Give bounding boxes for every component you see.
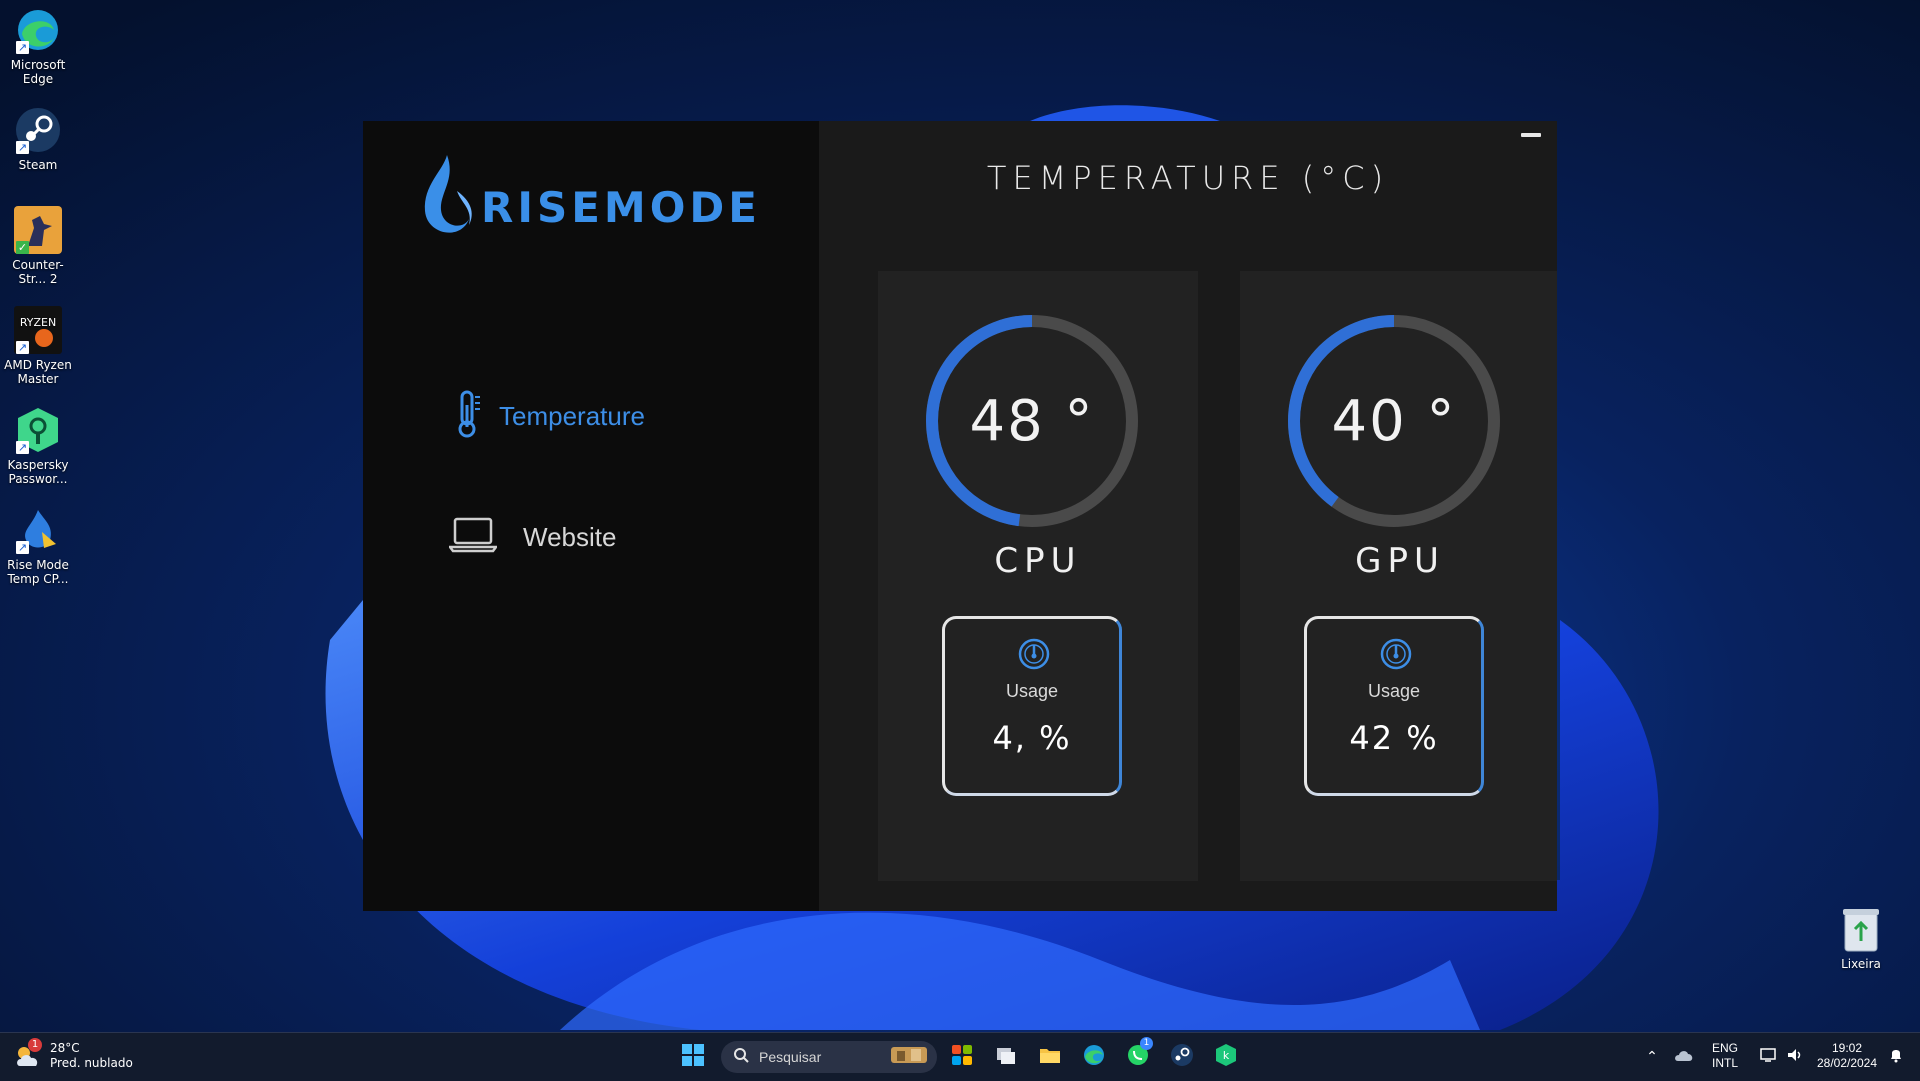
- desktop-icon-label: Kaspersky Passwor...: [7, 458, 69, 486]
- copilot-button[interactable]: [946, 1041, 978, 1073]
- gpu-usage-card: Usage 42 %: [1304, 616, 1484, 796]
- desktop-icon-label: Steam: [18, 158, 58, 172]
- search-icon: [733, 1047, 749, 1067]
- bell-icon: [1889, 1047, 1903, 1067]
- language-indicator[interactable]: ENG INTL: [1712, 1041, 1738, 1071]
- taskbar-search[interactable]: Pesquisar: [721, 1041, 937, 1073]
- file-explorer-icon: [1038, 1043, 1062, 1071]
- svg-text:k: k: [1223, 1049, 1230, 1062]
- weather-desc: Pred. nublado: [50, 1056, 133, 1070]
- whatsapp-badge: 1: [1140, 1037, 1153, 1050]
- clock-time: 19:02: [1831, 1041, 1863, 1055]
- onedrive-tray-button[interactable]: [1672, 1041, 1696, 1073]
- nav-website[interactable]: Website: [447, 517, 617, 557]
- kaspersky-taskbar-button[interactable]: k: [1210, 1041, 1242, 1073]
- edge-icon: [1082, 1043, 1106, 1071]
- cloud-sun-icon: 1: [14, 1038, 42, 1070]
- cpu-temp-value: 48 °: [969, 388, 1095, 454]
- start-button[interactable]: [677, 1041, 709, 1073]
- ryzen-master-icon: RYZEN ↗: [14, 306, 62, 354]
- svg-text:RYZEN: RYZEN: [20, 316, 56, 329]
- gpu-temp-value: 40 °: [1331, 388, 1457, 454]
- edge-icon: ↗: [14, 6, 62, 54]
- cpu-temp-gauge: 48 °: [922, 311, 1142, 531]
- show-hidden-icons-button[interactable]: ⌃: [1640, 1041, 1664, 1073]
- weather-badge: 1: [28, 1038, 42, 1052]
- clock-date: 28/02/2024: [1816, 1056, 1878, 1070]
- whatsapp-icon: 1: [1126, 1037, 1153, 1071]
- clock[interactable]: 19:02 28/02/2024: [1812, 1041, 1882, 1071]
- keyboard-layout: INTL: [1712, 1056, 1739, 1070]
- nav-website-label: Website: [523, 521, 617, 552]
- recycle-bin-label: Lixeira: [1841, 957, 1881, 971]
- cpu-panel: 48 ° CPU Usage 4, %: [878, 271, 1198, 881]
- copilot-icon: [950, 1043, 974, 1071]
- gpu-temp-gauge: 40 °: [1284, 311, 1504, 531]
- edge-taskbar-button[interactable]: [1078, 1041, 1110, 1073]
- laptop-icon: [447, 517, 499, 557]
- desktop-icon-risemode[interactable]: ↗ Rise Mode Temp CP...: [2, 502, 74, 586]
- cpu-label: CPU: [994, 541, 1082, 581]
- nav-temperature[interactable]: Temperature: [453, 389, 645, 443]
- weather-temp: 28°C: [50, 1041, 80, 1055]
- notifications-button[interactable]: [1884, 1041, 1908, 1073]
- taskbar: 1 28°C Pred. nublado Pesquisar 1 k ⌃ ENG…: [0, 1032, 1920, 1081]
- speedometer-icon: [1379, 637, 1413, 671]
- risemode-icon: ↗: [14, 506, 62, 554]
- desktop-icon-label: Rise Mode Temp CP...: [7, 558, 69, 586]
- risemode-app-window: RISEMODE Temperature Website TEMPERATURE…: [363, 121, 1557, 911]
- gpu-usage-value: 42 %: [1349, 719, 1439, 757]
- sidebar: RISEMODE Temperature Website: [363, 121, 819, 911]
- weather-widget[interactable]: 1 28°C Pred. nublado: [14, 1038, 133, 1071]
- thermometer-icon: [453, 389, 483, 443]
- speedometer-icon: [1017, 637, 1051, 671]
- page-title: TEMPERATURE (°C): [986, 159, 1390, 197]
- desktop-icon-label: AMD Ryzen Master: [4, 358, 72, 386]
- task-view-icon: [994, 1043, 1018, 1071]
- gpu-panel: 40 ° GPU Usage 42 %: [1240, 271, 1557, 881]
- recycle-bin-icon: [1841, 905, 1881, 953]
- network-icon: [1760, 1047, 1778, 1067]
- steam-icon: ↗: [14, 106, 62, 154]
- chevron-up-icon: ⌃: [1646, 1049, 1658, 1065]
- cloud-sync-icon: [1674, 1047, 1694, 1067]
- volume-icon: [1786, 1047, 1804, 1067]
- cpu-usage-card: Usage 4, %: [942, 616, 1122, 796]
- gpu-usage-label: Usage: [1367, 681, 1421, 701]
- whatsapp-button[interactable]: 1: [1122, 1037, 1154, 1073]
- search-highlight-icon: [889, 1043, 929, 1071]
- gpu-label: GPU: [1355, 541, 1445, 581]
- desktop-icon-label: Counter-Str... 2: [12, 258, 64, 286]
- desktop-icon-kaspersky[interactable]: ↗ Kaspersky Passwor...: [2, 402, 74, 486]
- desktop-icon-recycle-bin[interactable]: Lixeira: [1826, 905, 1896, 971]
- desktop-icon-counter-strike[interactable]: ✓ Counter-Str... 2: [2, 202, 74, 286]
- windows-start-icon: [681, 1043, 705, 1071]
- task-view-button[interactable]: [990, 1041, 1022, 1073]
- search-placeholder: Pesquisar: [759, 1049, 822, 1065]
- cpu-usage-label: Usage: [1005, 681, 1059, 701]
- counter-strike-icon: ✓: [14, 206, 62, 254]
- kaspersky-password-icon: ↗: [14, 406, 62, 454]
- steam-taskbar-button[interactable]: [1166, 1041, 1198, 1073]
- file-explorer-button[interactable]: [1034, 1041, 1066, 1073]
- cpu-usage-value: 4, %: [992, 719, 1072, 757]
- desktop-icon-steam[interactable]: ↗ Steam: [2, 102, 74, 172]
- desktop-icon-label: Microsoft Edge: [10, 58, 66, 86]
- logo-text: RISEMODE: [481, 183, 761, 232]
- kaspersky-icon: k: [1214, 1043, 1238, 1071]
- desktop-icon-ryzen-master[interactable]: RYZEN ↗ AMD Ryzen Master: [2, 302, 74, 386]
- system-tray-quick-settings[interactable]: [1752, 1041, 1812, 1073]
- desktop-icon-edge[interactable]: ↗ Microsoft Edge: [2, 2, 74, 86]
- steam-icon: [1170, 1043, 1194, 1071]
- nav-temperature-label: Temperature: [499, 400, 645, 431]
- minimize-button[interactable]: [1521, 133, 1541, 137]
- language-code: ENG: [1712, 1041, 1739, 1055]
